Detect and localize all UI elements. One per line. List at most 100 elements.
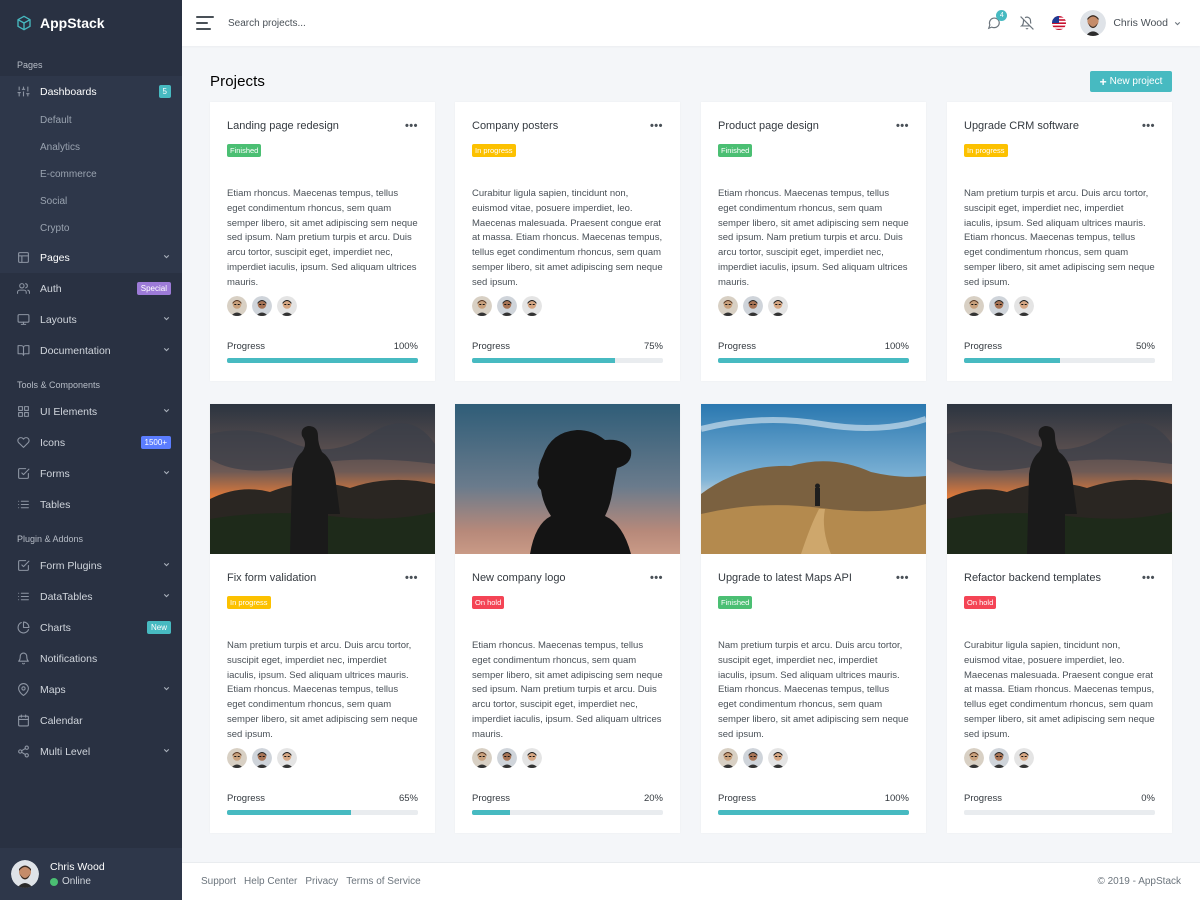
- sidebar-item-dashboards[interactable]: Dashboards 5: [0, 76, 182, 107]
- progress-fill: [472, 810, 511, 815]
- sidebar-badge: New: [146, 621, 171, 634]
- plus-icon: +: [1099, 74, 1107, 89]
- avatar[interactable]: [743, 296, 768, 319]
- avatar[interactable]: [1014, 296, 1039, 319]
- avatar[interactable]: [768, 748, 793, 771]
- avatar[interactable]: [964, 748, 989, 771]
- layout-icon: [17, 251, 30, 264]
- sidebar-item-charts[interactable]: Charts New: [0, 612, 182, 643]
- sidebar-item-datatables[interactable]: DataTables: [0, 581, 182, 612]
- sidebar-item-notifications[interactable]: Notifications: [0, 643, 182, 674]
- avatar[interactable]: [989, 296, 1014, 319]
- avatar[interactable]: [277, 748, 302, 771]
- messages-count-badge: 4: [996, 9, 1008, 21]
- progress-bar: [227, 810, 418, 815]
- avatar[interactable]: [989, 748, 1014, 771]
- sidebar-user[interactable]: Chris Wood Online: [0, 848, 182, 900]
- footer-link-terms[interactable]: Terms of Service: [346, 876, 420, 887]
- card-title: Upgrade CRM software: [964, 120, 1079, 132]
- team-avatars: [701, 296, 926, 319]
- status-badge: In progress: [964, 144, 1008, 157]
- project-card: New company logo ••• On hold Etiam rhonc…: [455, 404, 680, 833]
- sidebar-item-layouts[interactable]: Layouts: [0, 304, 182, 335]
- avatar[interactable]: [718, 748, 743, 771]
- sidebar-subitem-analytics[interactable]: Analytics: [0, 134, 182, 161]
- sidebar-item-ui-elements[interactable]: UI Elements: [0, 396, 182, 427]
- footer-link-privacy[interactable]: Privacy: [305, 876, 338, 887]
- progress-label: Progress: [472, 341, 511, 352]
- progress-label: Progress: [964, 793, 1003, 804]
- card-description: Nam pretium turpis et arcu. Duis arcu to…: [964, 188, 1155, 288]
- avatar[interactable]: [964, 296, 989, 319]
- sidebar-item-calendar[interactable]: Calendar: [0, 705, 182, 736]
- card-description: Curabitur ligula sapien, tincidunt non, …: [472, 188, 663, 288]
- avatar[interactable]: [497, 748, 522, 771]
- sidebar-item-tables[interactable]: Tables: [0, 489, 182, 520]
- avatar[interactable]: [768, 296, 793, 319]
- search-input[interactable]: [228, 17, 428, 29]
- avatar[interactable]: [1014, 748, 1039, 771]
- sidebar-subitem-ecommerce[interactable]: E-commerce: [0, 161, 182, 188]
- avatar[interactable]: [522, 296, 547, 319]
- list-icon: [17, 590, 30, 603]
- team-avatars: [210, 748, 435, 771]
- avatar[interactable]: [252, 748, 277, 771]
- silhouette-woman-photo: [455, 404, 680, 554]
- sidebar-item-maps[interactable]: Maps: [0, 674, 182, 705]
- team-avatars: [210, 296, 435, 319]
- progress-bar: [472, 358, 663, 363]
- user-menu[interactable]: Chris Wood: [1080, 10, 1182, 36]
- more-horizontal-icon[interactable]: •••: [650, 120, 663, 132]
- progress-bar: [964, 358, 1155, 363]
- progress-row: Progress 50%: [947, 341, 1172, 352]
- sidebar-item-pages[interactable]: Pages: [0, 242, 182, 273]
- avatar[interactable]: [522, 748, 547, 771]
- card-title: Company posters: [472, 120, 559, 132]
- avatar[interactable]: [227, 748, 252, 771]
- us-flag-icon[interactable]: [1052, 16, 1067, 30]
- project-card: Fix form validation ••• In progress Nam …: [210, 404, 435, 833]
- avatar[interactable]: [472, 296, 497, 319]
- avatar[interactable]: [472, 748, 497, 771]
- sidebar-item-forms[interactable]: Forms: [0, 458, 182, 489]
- more-horizontal-icon[interactable]: •••: [405, 120, 418, 132]
- brand[interactable]: AppStack: [0, 0, 182, 46]
- sidebar-subitem-social[interactable]: Social: [0, 188, 182, 215]
- sidebar-item-auth[interactable]: Auth Special: [0, 273, 182, 304]
- more-horizontal-icon[interactable]: •••: [405, 572, 418, 584]
- chevron-down-icon: [162, 468, 171, 479]
- sidebar-item-label: Auth: [40, 282, 62, 295]
- avatar[interactable]: [743, 748, 768, 771]
- avatar[interactable]: [277, 296, 302, 319]
- new-project-button[interactable]: + New project: [1090, 71, 1172, 92]
- sidebar-subitem-crypto[interactable]: Crypto: [0, 215, 182, 242]
- more-horizontal-icon[interactable]: •••: [650, 572, 663, 584]
- more-horizontal-icon[interactable]: •••: [896, 572, 909, 584]
- sidebar-item-icons[interactable]: Icons 1500+: [0, 427, 182, 458]
- more-horizontal-icon[interactable]: •••: [1142, 120, 1155, 132]
- sidebar-item-documentation[interactable]: Documentation: [0, 335, 182, 366]
- more-horizontal-icon[interactable]: •••: [1142, 572, 1155, 584]
- footer-link-support[interactable]: Support: [201, 876, 236, 887]
- avatar[interactable]: [227, 296, 252, 319]
- progress-row: Progress 0%: [947, 793, 1172, 804]
- monitor-icon: [17, 313, 30, 326]
- project-card: Refactor backend templates ••• On hold C…: [947, 404, 1172, 833]
- avatar[interactable]: [497, 296, 522, 319]
- more-horizontal-icon[interactable]: •••: [896, 120, 909, 132]
- chevron-down-icon: [162, 345, 171, 356]
- sidebar-item-form-plugins[interactable]: Form Plugins: [0, 550, 182, 581]
- page-title: Projects: [210, 73, 265, 90]
- avatar[interactable]: [252, 296, 277, 319]
- avatar[interactable]: [718, 296, 743, 319]
- hamburger-menu-icon[interactable]: [196, 16, 214, 30]
- messages-button[interactable]: 4: [986, 9, 1008, 31]
- footer-link-help-center[interactable]: Help Center: [244, 876, 297, 887]
- sidebar-item-multi-level[interactable]: Multi Level: [0, 736, 182, 767]
- progress-row: Progress 65%: [210, 793, 435, 804]
- bell-icon: [17, 652, 30, 665]
- notifications-button[interactable]: [1019, 16, 1034, 31]
- progress-label: Progress: [964, 341, 1003, 352]
- project-card: Landing page redesign ••• Finished Etiam…: [210, 102, 435, 381]
- sidebar-subitem-default[interactable]: Default: [0, 107, 182, 134]
